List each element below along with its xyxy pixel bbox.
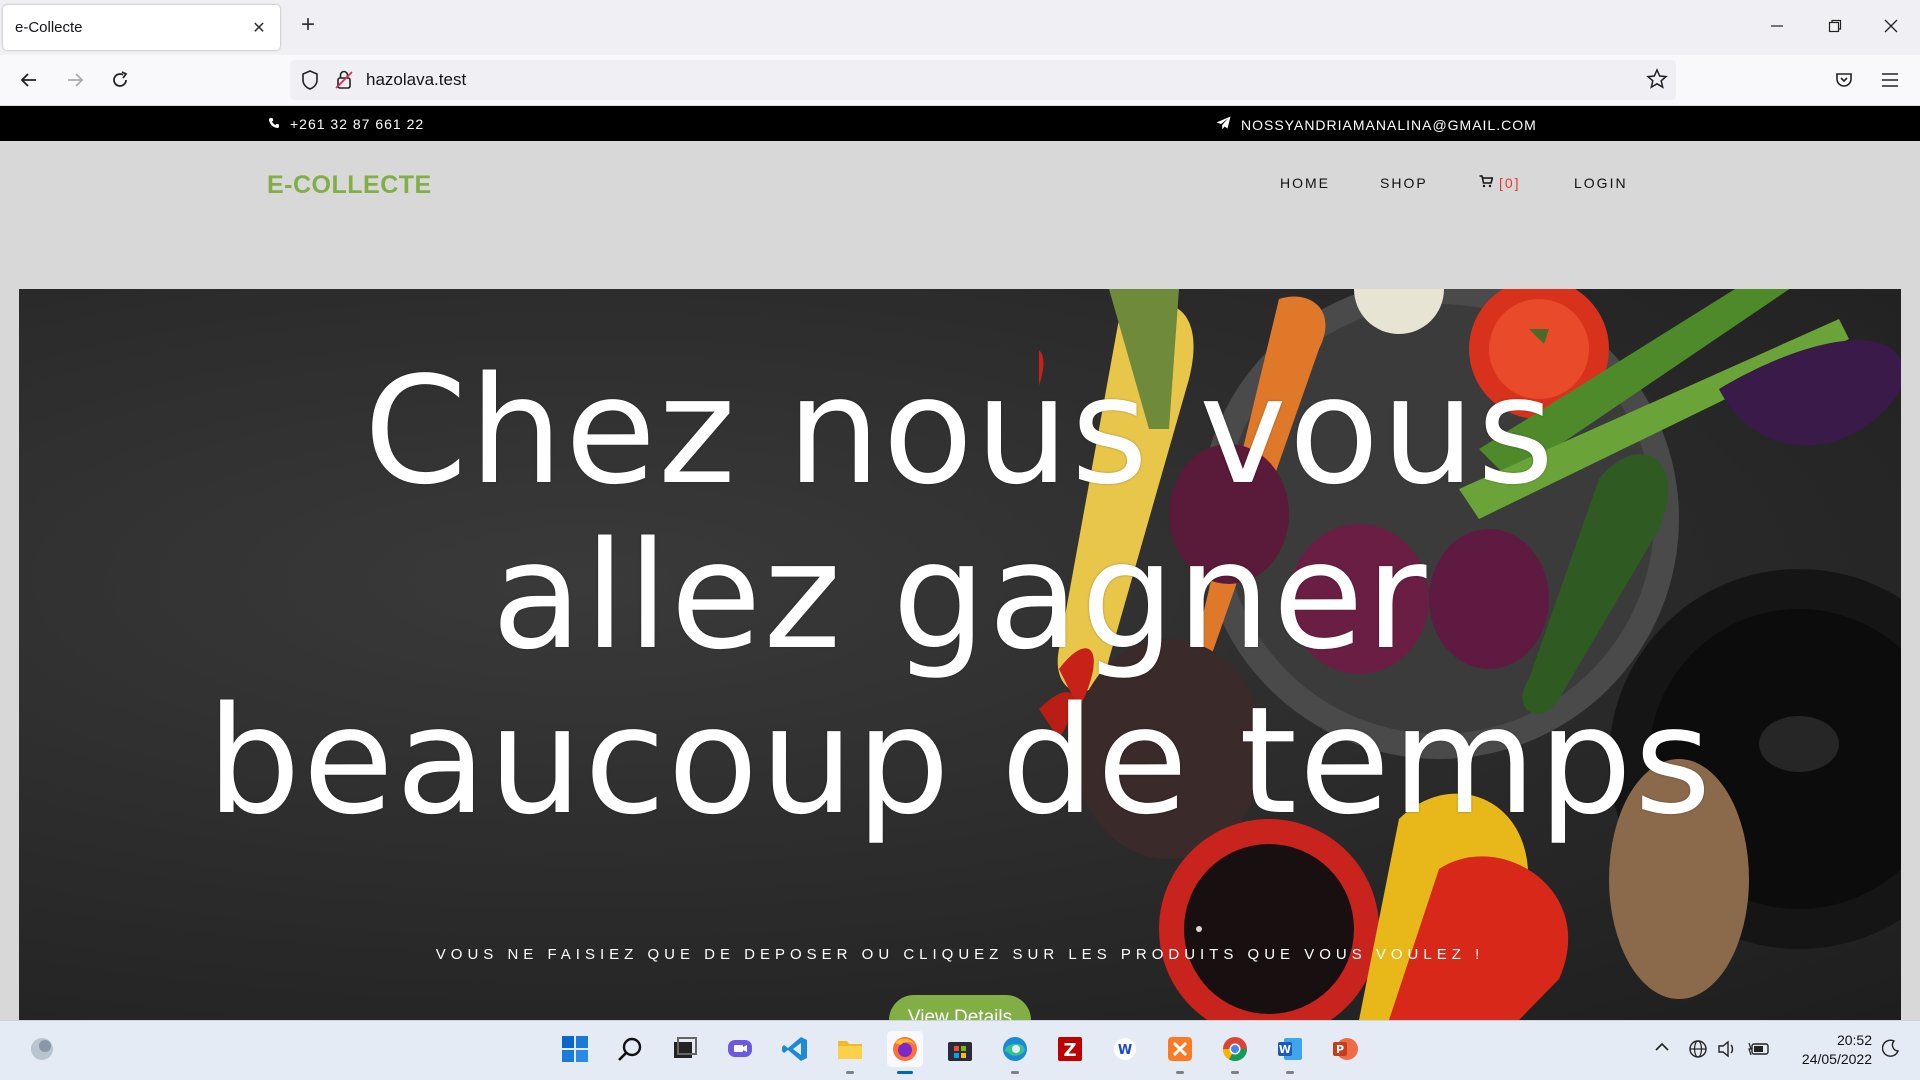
nav-home[interactable]: HOME bbox=[1280, 175, 1330, 191]
vscode-icon[interactable] bbox=[777, 1031, 813, 1067]
notifications-icon[interactable] bbox=[1881, 1039, 1900, 1062]
phone-number: +261 32 87 661 22 bbox=[290, 116, 425, 132]
bookmark-star-icon[interactable] bbox=[1646, 68, 1668, 95]
cart-icon bbox=[1479, 175, 1494, 191]
view-details-button[interactable]: View Details bbox=[889, 995, 1031, 1020]
nav-shop[interactable]: SHOP bbox=[1380, 175, 1428, 191]
url-text[interactable]: hazolava.test bbox=[366, 70, 466, 90]
svg-text:W: W bbox=[1118, 1043, 1132, 1058]
widgets-icon[interactable] bbox=[24, 1031, 60, 1067]
filezilla-icon[interactable]: Z bbox=[1052, 1031, 1088, 1067]
forward-icon[interactable] bbox=[58, 63, 92, 97]
battery-icon[interactable] bbox=[1748, 1039, 1770, 1064]
phone-icon bbox=[268, 116, 280, 132]
pocket-icon[interactable] bbox=[1827, 63, 1861, 97]
browser-tab-bar: e-Collecte ✕ + bbox=[0, 0, 1920, 55]
chat-icon[interactable] bbox=[722, 1031, 758, 1067]
shield-icon[interactable] bbox=[300, 69, 320, 96]
paper-plane-icon bbox=[1216, 116, 1231, 133]
running-indicator bbox=[846, 1071, 854, 1074]
hero-title: Chez nous vous allez gagner beaucoup de … bbox=[19, 349, 1901, 844]
hero-title-line: beaucoup de temps bbox=[206, 675, 1714, 847]
app-icon[interactable]: W bbox=[1107, 1031, 1143, 1067]
clock-date: 24/05/2022 bbox=[1801, 1051, 1872, 1067]
volume-icon[interactable] bbox=[1717, 1039, 1737, 1064]
close-tab-icon[interactable]: ✕ bbox=[250, 19, 268, 37]
word-icon[interactable]: W bbox=[1272, 1031, 1308, 1074]
email-address[interactable]: NOSSYANDRIAMANALINA@GMAIL.COM bbox=[1241, 117, 1537, 133]
powerpoint-icon[interactable]: P bbox=[1327, 1031, 1363, 1067]
new-tab-icon[interactable]: + bbox=[296, 13, 320, 38]
hero-title-line: allez gagner bbox=[491, 510, 1429, 682]
tab-title: e-Collecte bbox=[15, 19, 83, 36]
nav-cart[interactable]: [0] bbox=[1479, 175, 1521, 191]
site-header: E-COLLECTE HOME SHOP [0] LOGIN bbox=[0, 141, 1920, 289]
running-indicator bbox=[1176, 1071, 1184, 1074]
browser-toolbar: hazolava.test bbox=[0, 55, 1920, 106]
phone-contact: +261 32 87 661 22 bbox=[268, 116, 424, 132]
start-icon[interactable] bbox=[557, 1031, 593, 1067]
nav-login[interactable]: LOGIN bbox=[1574, 175, 1628, 191]
search-icon[interactable] bbox=[612, 1031, 648, 1067]
hero-title-line: Chez nous vous bbox=[363, 345, 1557, 517]
svg-text:Z: Z bbox=[1063, 1040, 1076, 1061]
email-contact: NOSSYANDRIAMANALINA@GMAIL.COM bbox=[1216, 116, 1537, 133]
address-bar[interactable]: hazolava.test bbox=[290, 60, 1676, 100]
store-icon[interactable] bbox=[942, 1031, 978, 1067]
close-window-icon[interactable] bbox=[1868, 8, 1914, 44]
task-view-icon[interactable] bbox=[667, 1031, 703, 1067]
svg-text:P: P bbox=[1336, 1043, 1344, 1056]
chevron-up-icon[interactable] bbox=[1654, 1039, 1670, 1060]
menu-icon[interactable] bbox=[1873, 63, 1907, 97]
back-icon[interactable] bbox=[12, 63, 46, 97]
running-indicator bbox=[1231, 1071, 1239, 1074]
reload-icon[interactable] bbox=[103, 63, 137, 97]
file-explorer-icon[interactable] bbox=[832, 1031, 868, 1074]
svg-text:W: W bbox=[1279, 1043, 1291, 1056]
language-icon[interactable] bbox=[1688, 1039, 1708, 1064]
insecure-lock-icon[interactable] bbox=[334, 69, 354, 96]
system-clock[interactable]: 20:52 24/05/2022 bbox=[1782, 1031, 1872, 1069]
xampp-icon[interactable] bbox=[1162, 1031, 1198, 1074]
site-logo[interactable]: E-COLLECTE bbox=[267, 171, 432, 200]
contact-bar: +261 32 87 661 22 NOSSYANDRIAMANALINA@GM… bbox=[0, 106, 1920, 141]
hero-banner: Chez nous vous allez gagner beaucoup de … bbox=[19, 289, 1901, 1020]
clock-time: 20:52 bbox=[1836, 1032, 1872, 1048]
windows-taskbar: Z W W P 20:52 24/05/2022 bbox=[0, 1020, 1920, 1080]
edge-icon[interactable] bbox=[997, 1031, 1033, 1074]
running-indicator bbox=[1011, 1071, 1019, 1074]
restore-icon[interactable] bbox=[1812, 8, 1858, 44]
cart-count: [0] bbox=[1499, 175, 1521, 191]
minimize-icon[interactable] bbox=[1754, 8, 1800, 44]
chrome-icon[interactable] bbox=[1217, 1031, 1253, 1074]
firefox-icon[interactable] bbox=[887, 1031, 923, 1074]
hero-subtitle: VOUS NE FAISIEZ QUE DE DEPOSER OU CLIQUE… bbox=[435, 946, 1485, 963]
active-indicator bbox=[897, 1071, 913, 1074]
browser-tab[interactable]: e-Collecte ✕ bbox=[3, 5, 280, 50]
running-indicator bbox=[1286, 1071, 1294, 1074]
